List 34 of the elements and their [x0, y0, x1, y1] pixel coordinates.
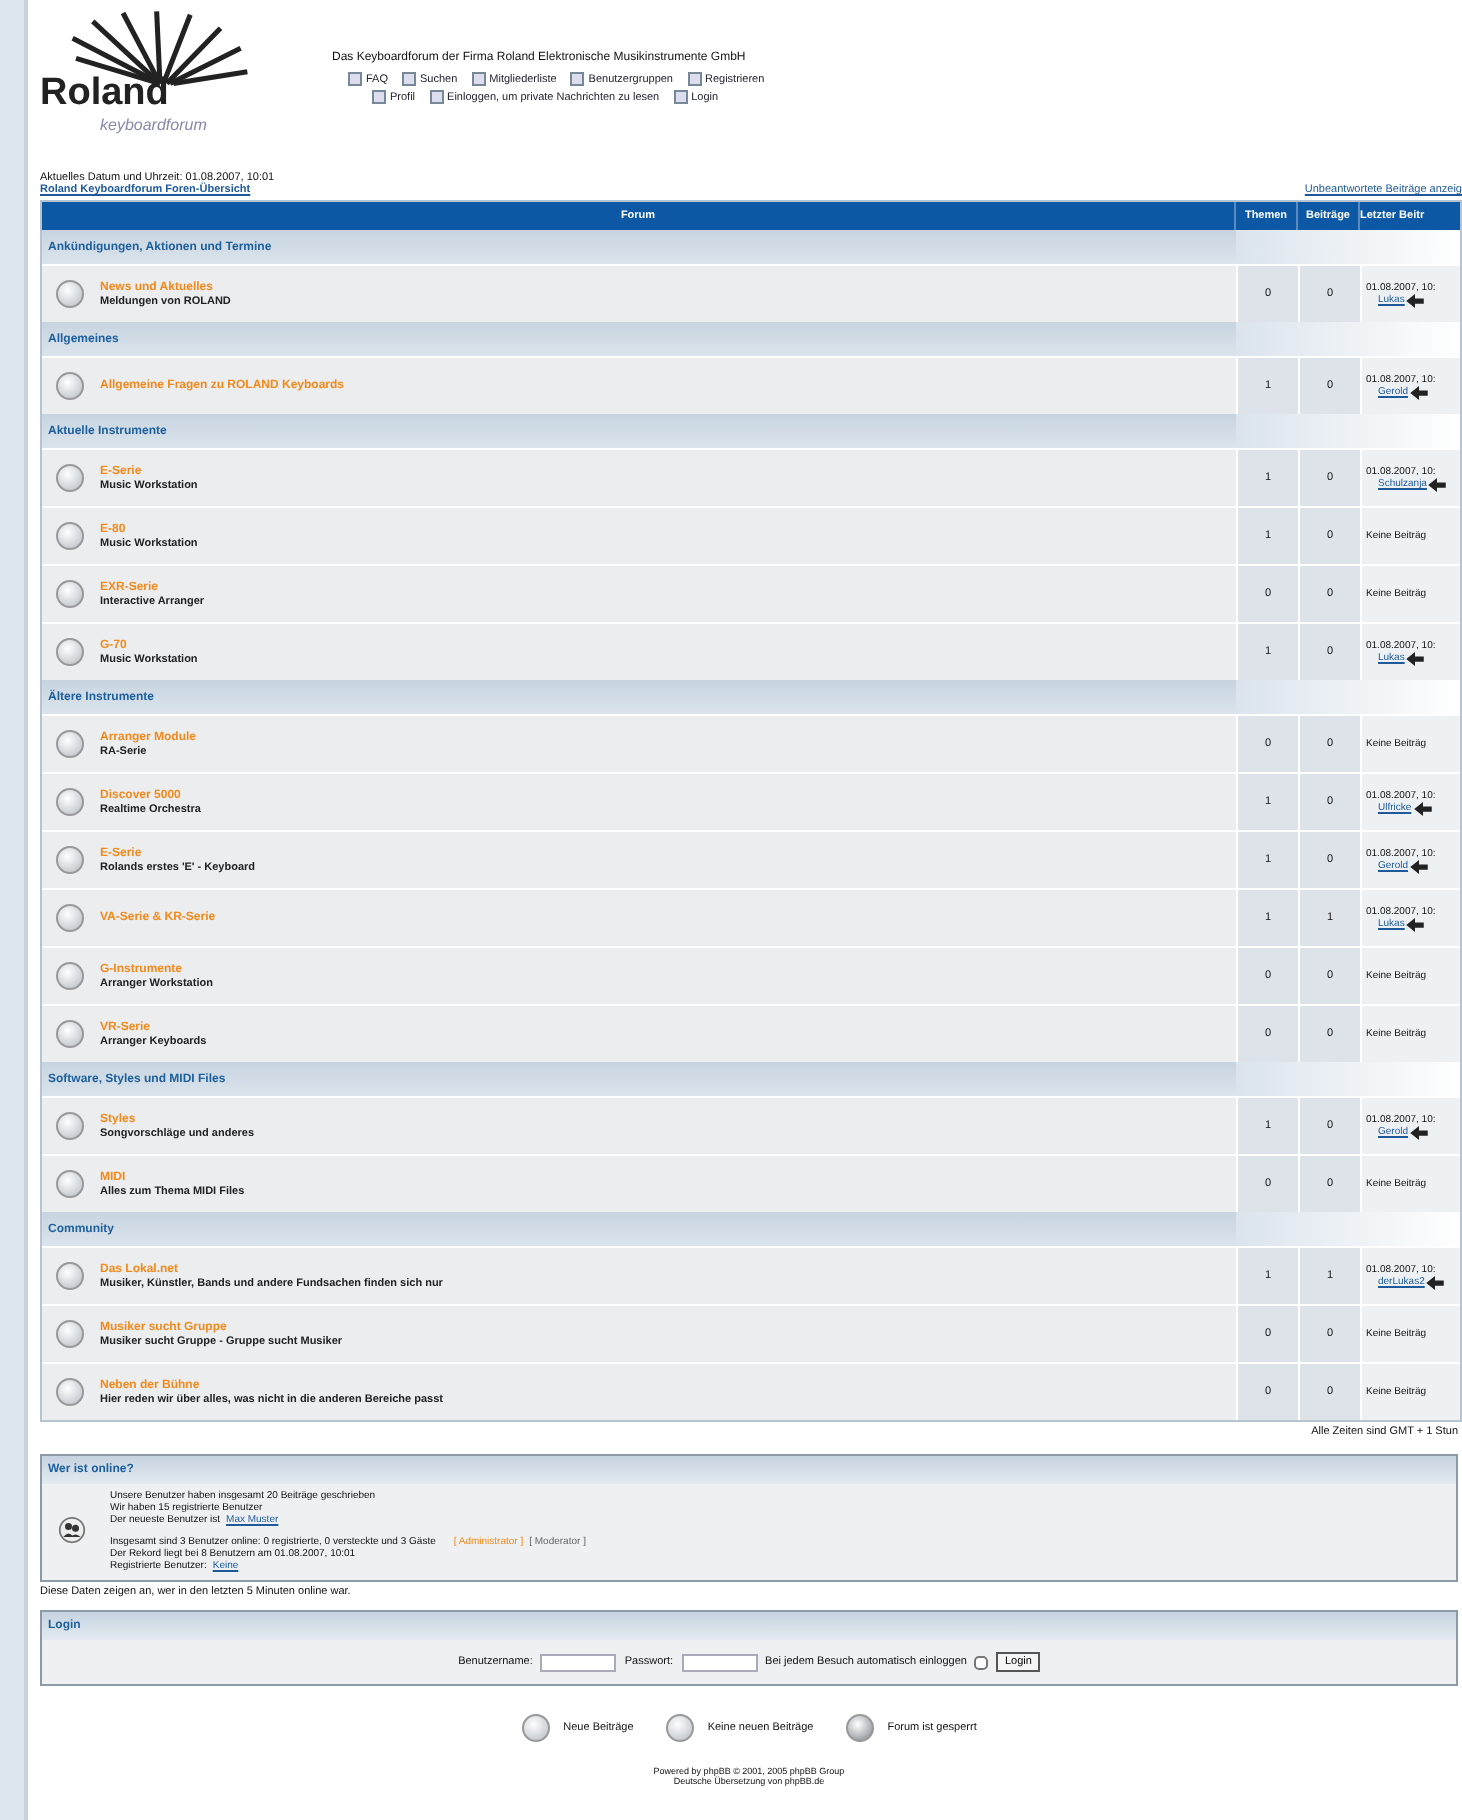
forum-status-icon: [56, 846, 84, 874]
forum-status-icon: [56, 372, 84, 400]
go-to-post-icon[interactable]: [1406, 651, 1425, 665]
forum-status-icon: [56, 730, 84, 758]
people-icon: [58, 1515, 86, 1547]
forum-status-icon: [56, 904, 84, 932]
go-to-post-icon[interactable]: [1413, 801, 1432, 815]
forum-status-icon: [56, 1112, 84, 1140]
forum-status-icon: [665, 1714, 694, 1742]
go-to-post-icon[interactable]: [1410, 1125, 1429, 1139]
password-field[interactable]: [681, 1653, 758, 1671]
forum-status-icon: [56, 522, 84, 550]
roland-logo[interactable]: Roland keyboardforum: [40, 8, 280, 168]
go-to-post-icon[interactable]: [1426, 1275, 1445, 1289]
forum-status-icon: [56, 1320, 84, 1348]
forum-status-icon: [521, 1714, 550, 1742]
forum-status-icon: [56, 1020, 84, 1048]
go-to-post-icon[interactable]: [1428, 477, 1447, 491]
forum-status-icon: [56, 1262, 84, 1290]
forum-status-icon: [56, 464, 84, 492]
go-to-post-icon[interactable]: [1406, 293, 1425, 307]
auto-login-checkbox[interactable]: [974, 1655, 989, 1669]
forum-status-icon: [56, 962, 84, 990]
go-to-post-icon[interactable]: [1410, 385, 1429, 399]
forum-status-icon: [56, 580, 84, 608]
go-to-post-icon[interactable]: [1406, 917, 1425, 931]
forum-status-icon: [56, 788, 84, 816]
go-to-post-icon[interactable]: [1410, 859, 1429, 873]
forum-status-icon: [56, 1170, 84, 1198]
locked-forum-icon: [845, 1714, 874, 1742]
forum-status-icon: [56, 280, 84, 308]
forum-status-icon: [56, 1378, 84, 1406]
forum-status-icon: [56, 638, 84, 666]
username-field[interactable]: [540, 1653, 617, 1671]
